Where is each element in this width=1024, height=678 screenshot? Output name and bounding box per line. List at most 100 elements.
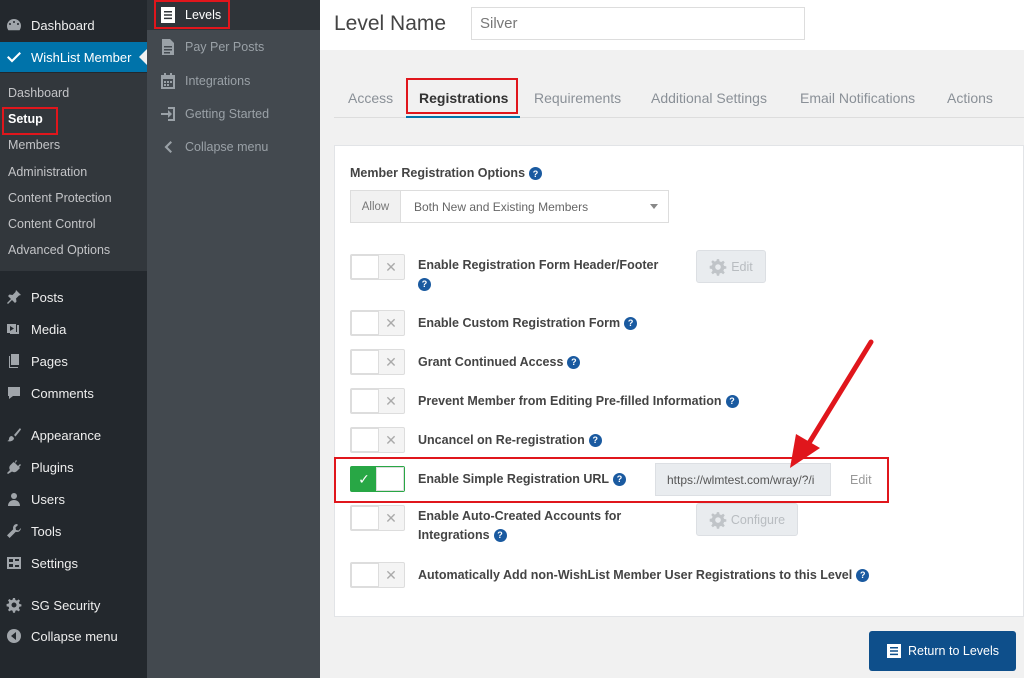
level-name-input[interactable]: Silver [471,7,805,40]
wp-menu-label: Dashboard [31,17,95,33]
option-auto-created-line1: Enable Auto-Created Accounts for [418,509,622,523]
gear-icon [6,597,22,613]
submenu-advanced-options[interactable]: Advanced Options [8,243,110,257]
main-content: Level Name Silver Access Registrations R… [320,0,1024,678]
wp-menu-comments[interactable]: Comments [0,378,147,408]
allow-select-group[interactable]: Allow Both New and Existing Members [350,190,669,223]
wp-menu-media[interactable]: Media [0,314,147,344]
allow-select[interactable]: Both New and Existing Members [401,191,668,222]
allow-select-value: Both New and Existing Members [414,199,589,214]
annotation-arrow [790,339,874,468]
wp-menu-tools[interactable]: Tools [0,516,147,546]
submenu-administration[interactable]: Administration [8,165,87,179]
submenu-dashboard[interactable]: Dashboard [8,86,69,100]
wp-menu-wishlist-member[interactable]: WishList Member [0,42,147,72]
help-icon[interactable]: ? [493,529,507,543]
collapse-icon [6,628,22,644]
registration-options-label: Member Registration Options? [350,166,543,181]
wp-menu-dashboard[interactable]: Dashboard [0,10,147,40]
wp-menu-plugins[interactable]: Plugins [0,452,147,482]
wp-menu-label: Appearance [31,427,102,443]
return-to-levels-label: Return to Levels [907,644,1000,658]
option-continued-access-text: Grant Continued Access [418,355,564,369]
option-auto-created-label: Enable Auto-Created Accounts for Integra… [418,507,621,545]
wlm-menu-integrations[interactable]: Integrations [159,70,250,92]
wlm-menu-getting-started[interactable]: Getting Started [159,103,269,125]
toggle-knob [351,428,379,452]
wrench-icon [6,523,22,539]
toggle-knob [351,350,379,374]
toggle-uncancel[interactable]: ✕ [350,427,405,453]
toggle-prevent-editing[interactable]: ✕ [350,388,405,414]
option-custom-form-label: Enable Custom Registration Form? [418,314,638,333]
list-icon [886,644,901,658]
option-auto-add-text: Automatically Add non-WishList Member Us… [418,568,853,582]
toggle-knob [351,506,379,530]
toggle-auto-created-accounts[interactable]: ✕ [350,505,405,531]
configure-button[interactable]: Configure [696,503,798,536]
gauge-icon [6,17,22,33]
tab-email-notifications[interactable]: Email Notifications [800,90,915,106]
wp-menu-appearance[interactable]: Appearance [0,420,147,450]
edit-header-footer-button[interactable]: Edit [696,250,766,283]
help-icon[interactable]: ? [418,278,431,292]
tab-additional-settings[interactable]: Additional Settings [651,90,767,106]
gear-icon [709,511,727,529]
option-prevent-editing-text: Prevent Member from Editing Pre-filled I… [418,394,722,408]
toggle-knob [351,311,379,335]
help-icon[interactable]: ? [624,317,638,331]
highlight-levels [154,0,230,29]
wp-menu-settings[interactable]: Settings [0,548,147,578]
wp-menu-users[interactable]: Users [0,484,147,514]
help-icon[interactable]: ? [567,356,581,370]
wp-menu-label: Pages [31,353,68,369]
toggle-header-footer[interactable]: ✕ [350,254,405,280]
x-icon: ✕ [385,353,397,370]
option-header-footer-label: Enable Registration Form Header/Footer? [418,256,658,294]
x-icon: ✕ [385,314,397,331]
wp-menu-pages[interactable]: Pages [0,346,147,376]
pages-icon [6,353,22,369]
x-icon: ✕ [385,431,397,448]
wp-menu-posts[interactable]: Posts [0,282,147,312]
submenu-members[interactable]: Members [8,138,60,152]
user-icon [6,491,22,507]
toggle-auto-add-non-wlm[interactable]: ✕ [350,562,405,588]
x-icon: ✕ [385,509,397,526]
edit-label: Edit [731,259,753,274]
media-icon [6,321,22,337]
tab-access[interactable]: Access [348,90,393,106]
wp-menu-label: Collapse menu [31,628,118,644]
document-icon [159,38,177,56]
x-icon: ✕ [385,392,397,409]
help-icon[interactable]: ? [856,569,870,583]
option-custom-form-text: Enable Custom Registration Form [418,316,621,330]
option-auto-created-line2: Integrations [418,528,490,542]
x-icon: ✕ [385,258,397,275]
submenu-content-protection[interactable]: Content Protection [8,191,112,205]
wp-menu-label: WishList Member [31,49,132,65]
wp-menu-label: Comments [31,385,94,401]
wlm-menu-collapse[interactable]: Collapse menu [159,136,268,158]
submenu-content-control[interactable]: Content Control [8,217,96,231]
help-icon[interactable]: ? [725,395,739,409]
plug-icon [6,459,22,475]
wp-menu-collapse[interactable]: Collapse menu [0,621,147,651]
toggle-custom-registration-form[interactable]: ✕ [350,310,405,336]
help-icon[interactable]: ? [529,167,543,181]
tab-requirements[interactable]: Requirements [534,90,621,106]
return-to-levels-button[interactable]: Return to Levels [869,631,1016,671]
help-icon[interactable]: ? [588,434,602,448]
wp-menu-label: Posts [31,289,64,305]
toggle-grant-continued-access[interactable]: ✕ [350,349,405,375]
x-icon: ✕ [385,566,397,583]
registration-options-text: Member Registration Options [350,166,526,180]
wlm-menu-label: Pay Per Posts [185,40,265,54]
wlm-menu-pay-per-posts[interactable]: Pay Per Posts [159,36,264,58]
active-tab-indicator [406,116,520,118]
tab-actions[interactable]: Actions [947,90,993,106]
level-header: Level Name Silver [320,0,1024,50]
configure-label: Configure [730,512,786,527]
wp-menu-sg-security[interactable]: SG Security [0,590,147,620]
registrations-panel: Member Registration Options? Allow Both … [334,145,1024,617]
